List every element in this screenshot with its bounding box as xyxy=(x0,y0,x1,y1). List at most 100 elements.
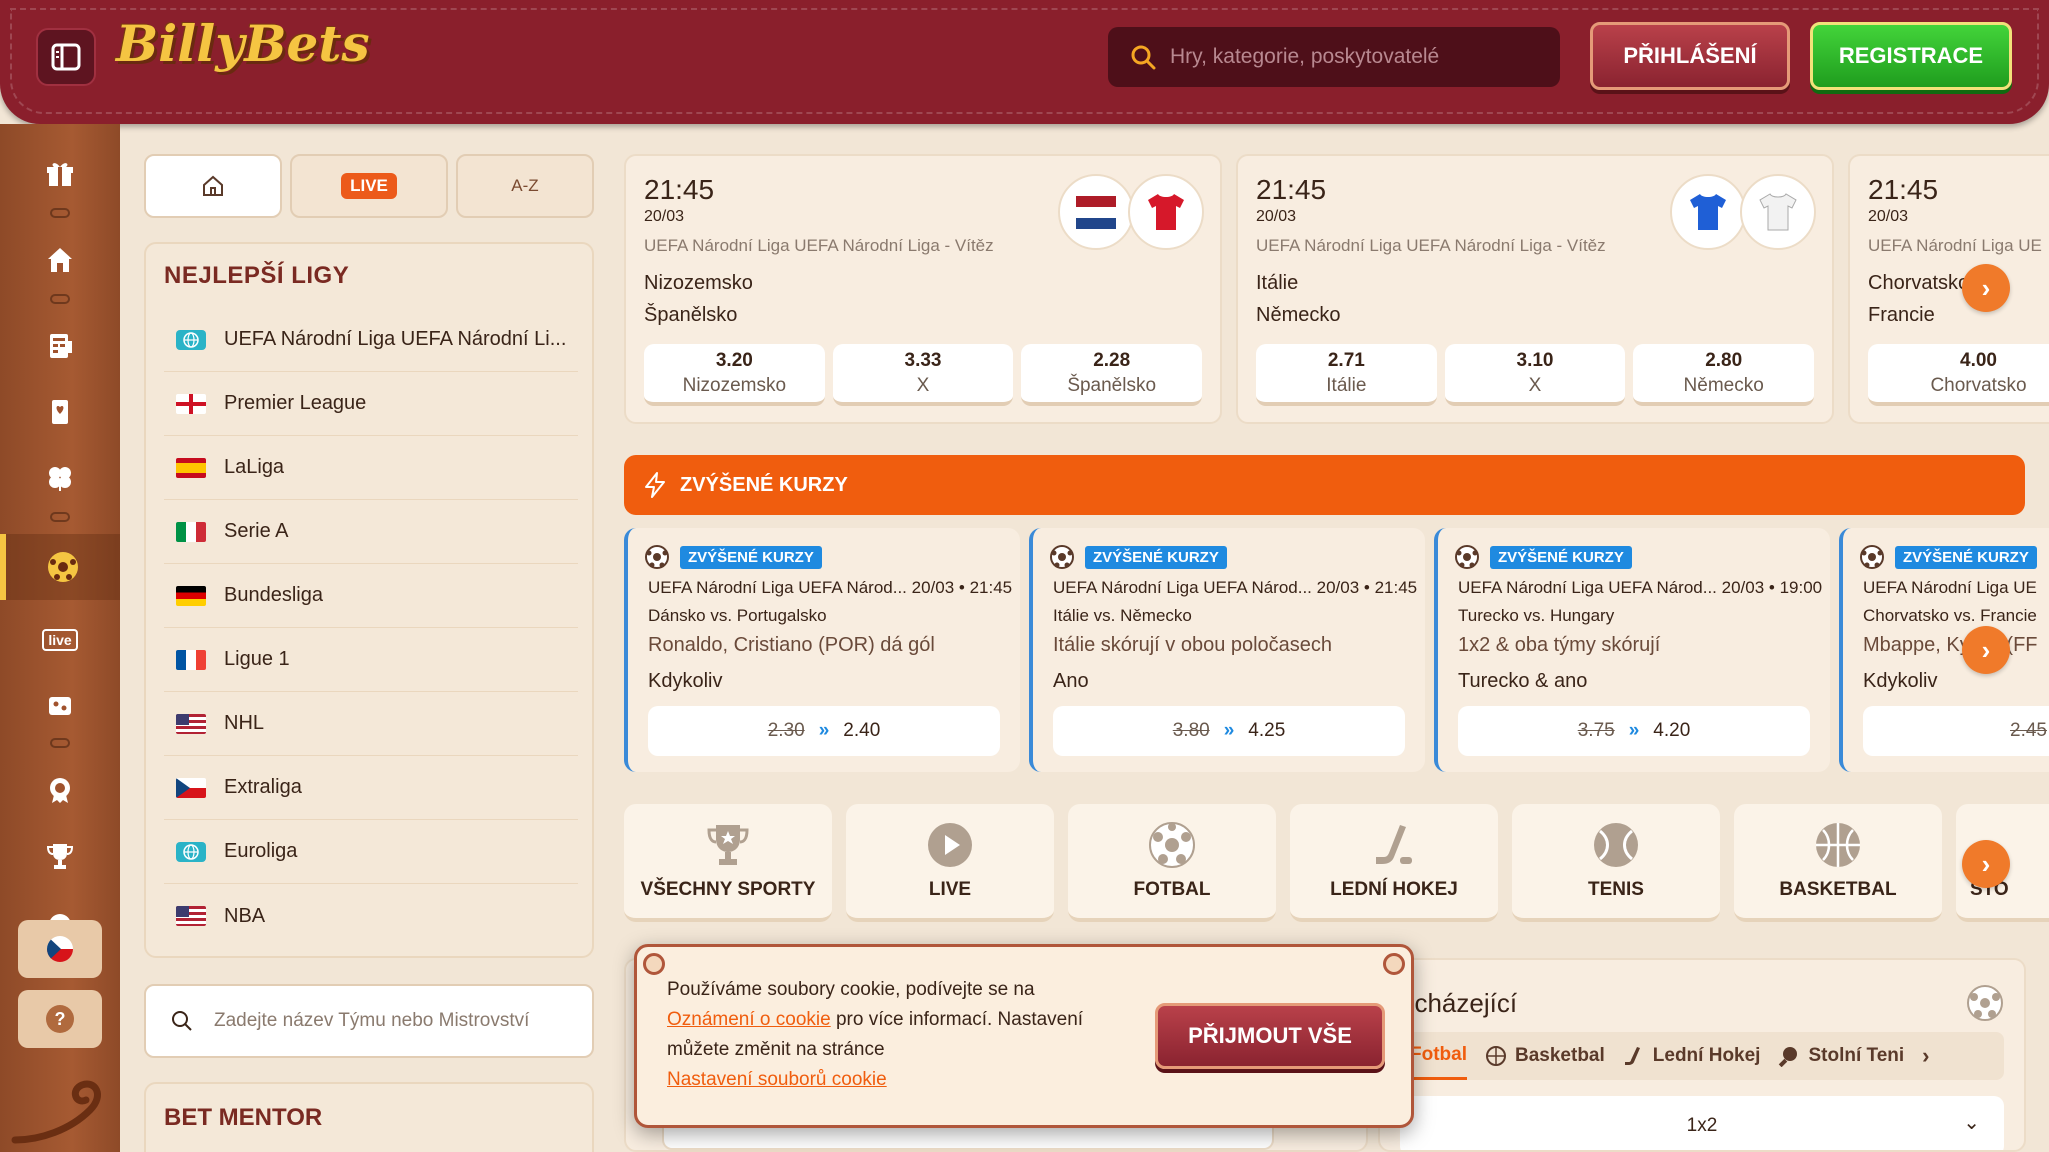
bet-mentor-panel: BET MENTOR xyxy=(144,1082,594,1152)
odd-button[interactable]: 3.33 X xyxy=(832,344,1014,406)
cookie-settings-link[interactable]: Nastavení souborů cookie xyxy=(667,1069,887,1090)
chevron-right-icon[interactable]: › xyxy=(1922,1043,1929,1069)
sport-ice-hockey[interactable]: LEDNÍ HOKEJ xyxy=(1290,804,1498,922)
league-item[interactable]: Bundesliga xyxy=(164,564,578,628)
market-select-value: 1x2 xyxy=(1686,1115,1718,1136)
league-item[interactable]: UEFA Národní Liga UEFA Národní Li... xyxy=(164,308,578,372)
league-item[interactable]: NHL xyxy=(164,692,578,756)
odds-row: 3.20 Nizozemsko 3.33 X 2.28 Španělsko xyxy=(644,344,1203,406)
rail-dice[interactable] xyxy=(0,680,120,732)
rail-clover[interactable] xyxy=(0,452,120,504)
live-badge: LIVE xyxy=(341,173,397,199)
hockey-stick-icon xyxy=(1376,825,1412,864)
boosted-next-arrow[interactable]: › xyxy=(1962,626,2010,674)
tab-football[interactable]: Fotbal xyxy=(1410,1032,1467,1080)
boosted-card[interactable]: ZVÝŠENÉ KURZY UEFA Národní Liga UE Chorv… xyxy=(1839,528,2049,772)
sport-football[interactable]: FOTBAL xyxy=(1068,804,1276,922)
login-button[interactable]: PŘIHLÁŠENÍ xyxy=(1590,22,1790,90)
chevron-right-icon: › xyxy=(1981,272,1991,303)
rail-gift[interactable] xyxy=(0,148,120,200)
rail-betslip[interactable] xyxy=(0,320,120,372)
sidebar-tabs: LIVE A-Z xyxy=(144,154,594,218)
match-card[interactable]: 21:45 20/03 UEFA Národní Liga UEFA Národ… xyxy=(1236,154,1834,424)
usa-flag-icon xyxy=(176,713,206,734)
old-odd: 3.80 xyxy=(1172,720,1210,741)
global-search[interactable] xyxy=(1108,27,1560,87)
odd-label: Itálie xyxy=(1326,374,1367,396)
rail-cards[interactable] xyxy=(0,386,120,438)
tab-home[interactable] xyxy=(144,154,282,218)
matches-next-arrow[interactable]: › xyxy=(1962,264,2010,312)
league-name: Bundesliga xyxy=(224,584,323,606)
rail-rewards[interactable] xyxy=(0,764,120,816)
boosted-card[interactable]: ZVÝŠENÉ KURZY UEFA Národní Liga UEFA Nár… xyxy=(624,528,1020,772)
boosted-card[interactable]: ZVÝŠENÉ KURZY UEFA Národní Liga UEFA Nár… xyxy=(1434,528,1830,772)
boosted-price-button[interactable]: 3.75 » 4.20 xyxy=(1458,706,1810,756)
rail-home[interactable] xyxy=(0,234,120,286)
tab-table-tennis[interactable]: Stolní Teni xyxy=(1778,1032,1904,1080)
league-item[interactable]: Extraliga xyxy=(164,756,578,820)
billybets-logo[interactable]: BillyBets xyxy=(116,14,370,73)
sidebar-toggle-button[interactable] xyxy=(36,28,96,86)
team-home: Itálie xyxy=(1256,272,1299,294)
tab-live[interactable]: LIVE xyxy=(290,154,448,218)
odd-button[interactable]: 4.00 Chorvatsko xyxy=(1868,344,2049,406)
tab-label: Basketbal xyxy=(1515,1045,1605,1066)
team-home: Nizozemsko xyxy=(644,272,753,294)
match-card[interactable]: 21:45 20/03 UEFA Národní Liga UE Chorvat… xyxy=(1848,154,2049,424)
league-item[interactable]: Euroliga xyxy=(164,820,578,884)
team-search[interactable] xyxy=(144,984,594,1058)
sport-label: LIVE xyxy=(928,879,972,900)
match-card[interactable]: 21:45 20/03 UEFA Národní Liga UEFA Národ… xyxy=(624,154,1222,424)
help-button[interactable]: ? xyxy=(18,990,102,1048)
odd-button[interactable]: 2.71 Itálie xyxy=(1256,344,1437,406)
league-item[interactable]: Premier League xyxy=(164,372,578,436)
boosted-match: Chorvatsko vs. Francie xyxy=(1863,606,2037,625)
boosted-selection: Kdykoliv xyxy=(648,670,723,692)
upcoming-market-select[interactable]: 1x2 ⌄ xyxy=(1400,1096,2004,1150)
odd-value: 2.71 xyxy=(1327,349,1365,371)
tab-basketball[interactable]: Basketbal xyxy=(1485,1032,1605,1080)
league-item[interactable]: LaLiga xyxy=(164,436,578,500)
boosted-card[interactable]: ZVÝŠENÉ KURZY UEFA Národní Liga UEFA Nár… xyxy=(1029,528,1425,772)
jersey-icon xyxy=(1740,174,1816,250)
league-item[interactable]: NBA xyxy=(164,884,578,948)
odd-button[interactable]: 2.80 Německo xyxy=(1633,344,1815,406)
match-date: 20/03 xyxy=(1868,208,1909,225)
match-league: UEFA Národní Liga UE xyxy=(1868,236,2042,255)
rail-live[interactable]: live xyxy=(0,614,120,666)
boosted-market: Mbappe, Kylian (FF xyxy=(1863,634,2038,656)
odd-label: Nizozemsko xyxy=(682,374,787,396)
accept-all-button[interactable]: PŘIJMOUT VŠE xyxy=(1155,1003,1385,1069)
league-item[interactable]: Serie A xyxy=(164,500,578,564)
sport-basketball[interactable]: BASKETBAL xyxy=(1734,804,1942,922)
global-search-input[interactable] xyxy=(1170,45,1530,69)
boosted-price-button[interactable]: 2.30 » 2.40 xyxy=(648,706,1000,756)
rail-sports[interactable] xyxy=(0,534,120,600)
cookie-notice-link[interactable]: Oznámení o cookie xyxy=(667,1009,831,1030)
language-button[interactable] xyxy=(18,920,102,978)
rail-trophy[interactable] xyxy=(0,830,120,882)
odd-button[interactable]: 3.10 X xyxy=(1444,344,1626,406)
odd-button[interactable]: 3.20 Nizozemsko xyxy=(644,344,825,406)
boosted-league: UEFA Národní Liga UEFA Národ... 20/03 • … xyxy=(648,578,1013,597)
tab-ice-hockey[interactable]: Lední Hokej xyxy=(1623,1032,1761,1080)
soccer-ball-icon xyxy=(48,552,78,582)
live-icon: live xyxy=(42,629,78,651)
odd-button[interactable]: 2.28 Španělsko xyxy=(1021,344,1203,406)
register-button[interactable]: REGISTRACE xyxy=(1810,22,2012,90)
league-item[interactable]: Ligue 1 xyxy=(164,628,578,692)
tab-a-z[interactable]: A-Z xyxy=(456,154,594,218)
boosted-odds-header[interactable]: ZVÝŠENÉ KURZY xyxy=(624,455,2025,515)
team-search-input[interactable] xyxy=(214,1010,574,1032)
sport-all[interactable]: VŠECHNY SPORTY xyxy=(624,804,832,922)
new-odd: 2.40 xyxy=(843,720,881,741)
sport-live[interactable]: LIVE xyxy=(846,804,1054,922)
sport-tennis[interactable]: TENIS xyxy=(1512,804,1720,922)
boosted-price-button[interactable]: 3.80 » 4.25 xyxy=(1053,706,1405,756)
soccer-ball-icon xyxy=(1149,822,1195,868)
soccer-ball-icon xyxy=(1050,545,1074,569)
sports-next-arrow[interactable]: › xyxy=(1962,840,2010,888)
boosted-price-button[interactable]: 2.45 xyxy=(1863,706,2049,756)
tab-label: Lední Hokej xyxy=(1652,1045,1761,1066)
